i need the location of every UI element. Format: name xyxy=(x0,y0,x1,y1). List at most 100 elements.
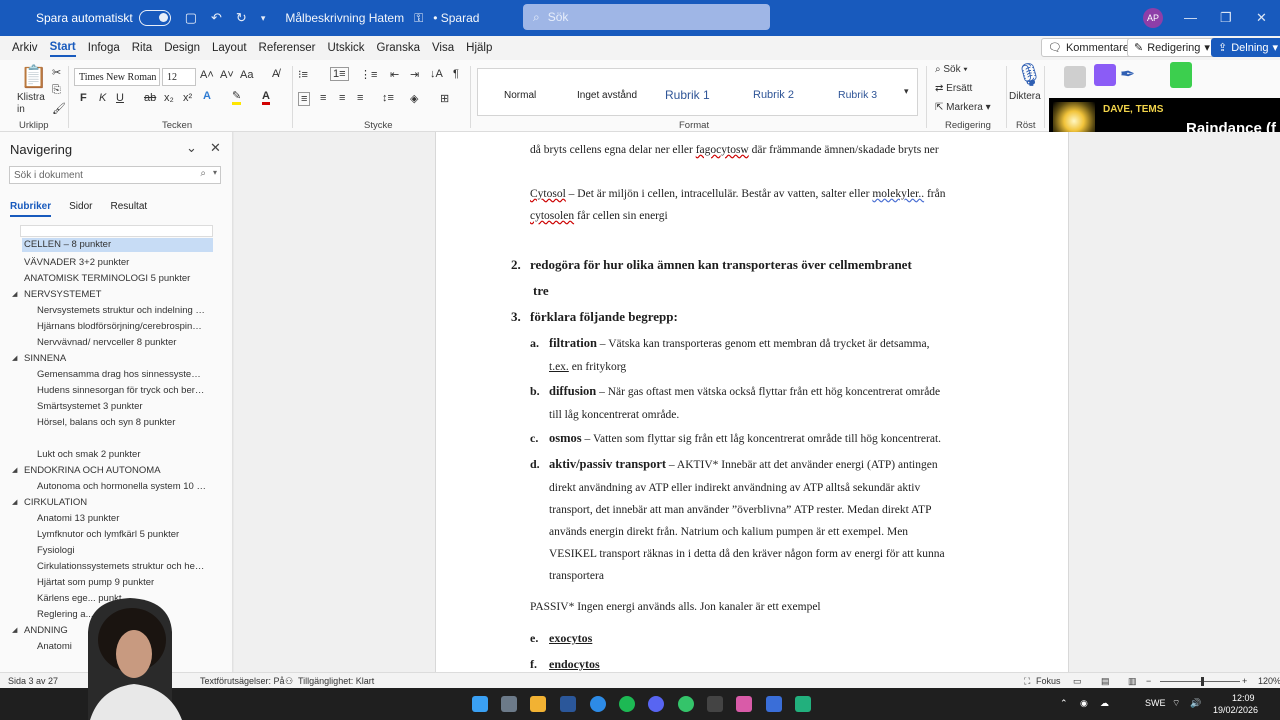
text-effects-icon[interactable]: A xyxy=(203,90,211,102)
clock-time[interactable]: 12:09 xyxy=(1232,693,1255,703)
close-icon[interactable]: ✕ xyxy=(1256,10,1267,26)
line-spacing-icon[interactable]: ↕≡ xyxy=(382,92,394,104)
spotify-icon[interactable] xyxy=(619,696,635,712)
nav-item[interactable]: Autonoma och hormonella system 10 p... xyxy=(37,481,207,492)
tab-layout[interactable]: Layout xyxy=(212,40,247,56)
avatar[interactable]: AP xyxy=(1143,8,1163,28)
style-heading-2[interactable]: Rubrik 2 xyxy=(753,89,794,101)
text-predictions[interactable]: Textförutsägelser: På xyxy=(200,676,285,686)
tray-icon[interactable]: ◉ xyxy=(1080,698,1088,709)
style-heading-3[interactable]: Rubrik 3 xyxy=(838,89,877,101)
collapse-icon[interactable]: ◢ xyxy=(12,354,17,362)
nav-item[interactable]: Hjärnans blodförsörjning/cerebrospinalv.… xyxy=(37,321,207,332)
accessibility-status[interactable]: Tillgänglighet: Klart xyxy=(298,676,374,686)
tray-icon[interactable]: ☁ xyxy=(1100,698,1109,709)
zoom-thumb[interactable] xyxy=(1201,677,1204,686)
nav-item[interactable]: Fysiologi xyxy=(37,545,207,556)
nav-item[interactable]: CIRKULATION xyxy=(24,497,214,508)
cut-icon[interactable]: ✂ xyxy=(52,66,61,79)
find-button[interactable]: ⌕ Sök ▾ xyxy=(935,64,968,75)
document-title[interactable]: Målbeskrivning Hatem ⚿ • Sparad xyxy=(285,11,479,26)
bold-icon[interactable]: F xyxy=(80,92,87,104)
zoom-level[interactable]: 120% xyxy=(1258,676,1280,686)
strikethrough-icon[interactable]: ab xyxy=(144,92,156,104)
paste-label[interactable]: Klistra in xyxy=(17,92,47,116)
nav-item[interactable]: Cirkulationssystemets struktur och hem..… xyxy=(37,561,207,572)
tab-visa[interactable]: Visa xyxy=(432,40,454,56)
share-button[interactable]: ⇪ Delning ▾ xyxy=(1211,38,1280,57)
save-icon[interactable]: ▢ xyxy=(185,10,197,26)
web-layout-icon[interactable]: ▥ xyxy=(1128,676,1137,687)
zoom-out-icon[interactable]: − xyxy=(1146,676,1151,686)
tab-infoga[interactable]: Infoga xyxy=(88,40,120,56)
nav-item[interactable]: Hudens sinnesorgan för tryck och berörl.… xyxy=(37,385,207,396)
superscript-icon[interactable]: x² xyxy=(183,92,192,104)
close-icon[interactable]: ✕ xyxy=(210,140,221,156)
justify-icon[interactable]: ≡ xyxy=(357,92,363,104)
zoom-slider[interactable] xyxy=(1160,681,1240,682)
network-icon[interactable]: ⌔ xyxy=(1172,698,1180,709)
style-heading-1[interactable]: Rubrik 1 xyxy=(665,88,710,102)
collapse-icon[interactable]: ◢ xyxy=(12,290,17,298)
sensitivity-addin-icon[interactable] xyxy=(1064,66,1086,88)
select-button[interactable]: ⇱ Markera ▾ xyxy=(935,102,991,113)
nav-item[interactable]: Smärtsystemet 3 punkter xyxy=(37,401,207,412)
editor-icon[interactable]: ✒ xyxy=(1120,64,1144,86)
shrink-font-icon[interactable]: A˅ xyxy=(220,69,234,81)
dictate-label[interactable]: Diktera xyxy=(1009,91,1041,102)
nav-item[interactable]: Gemensamma drag hos sinnessystemen... xyxy=(37,369,207,380)
italic-icon[interactable]: K xyxy=(99,92,106,104)
paste-icon[interactable]: 📋 xyxy=(20,64,47,90)
font-color-icon[interactable]: A xyxy=(262,90,270,105)
app-icon[interactable] xyxy=(736,696,752,712)
nav-item[interactable]: Hjärtat som pump 9 punkter xyxy=(37,577,207,588)
grow-font-icon[interactable]: A˄ xyxy=(200,69,214,81)
windows-start-icon[interactable] xyxy=(472,696,488,712)
format-painter-icon[interactable]: 🖌 xyxy=(52,102,66,115)
bullets-icon[interactable]: ⁝≡ xyxy=(298,68,308,81)
widgets-icon[interactable] xyxy=(501,696,517,712)
file-explorer-icon[interactable] xyxy=(530,696,546,712)
pilcrow-icon[interactable]: ¶ xyxy=(453,68,459,80)
maximize-icon[interactable]: ❐ xyxy=(1220,10,1232,26)
nav-scroll-indicator[interactable] xyxy=(20,225,213,237)
nav-tab-pages[interactable]: Sidor xyxy=(69,201,92,217)
collapse-icon[interactable]: ◢ xyxy=(12,466,17,474)
app-icon[interactable] xyxy=(795,696,811,712)
language-indicator[interactable]: SWE xyxy=(1145,698,1166,708)
replace-button[interactable]: ⇄ Ersätt xyxy=(935,83,972,94)
nav-item[interactable]: Nervvävnad/ nervceller 8 punkter xyxy=(37,337,207,348)
align-left-icon[interactable]: ≡ xyxy=(298,92,311,106)
focus-button[interactable]: Fokus xyxy=(1036,676,1061,686)
tab-referenser[interactable]: Referenser xyxy=(259,40,316,56)
copy-icon[interactable]: ⎘ xyxy=(52,84,61,97)
tab-arkiv[interactable]: Arkiv xyxy=(12,40,38,56)
sort-icon[interactable]: ↓A xyxy=(430,68,443,80)
align-right-icon[interactable]: ≡ xyxy=(339,92,345,104)
collapse-icon[interactable]: ◢ xyxy=(12,498,17,506)
print-layout-icon[interactable]: ▤ xyxy=(1101,676,1110,687)
tab-utskick[interactable]: Utskick xyxy=(327,40,364,56)
decrease-indent-icon[interactable]: ⇤ xyxy=(390,68,399,81)
obs-icon[interactable] xyxy=(707,696,723,712)
app-icon[interactable] xyxy=(766,696,782,712)
shading-icon[interactable]: ◈ xyxy=(410,92,418,105)
nav-item[interactable]: ENDOKRINA OCH AUTONOMA xyxy=(24,465,214,476)
font-name-field[interactable]: Times New Roman xyxy=(74,68,160,86)
nav-item[interactable]: Anatomi 13 punkter xyxy=(37,513,207,524)
document-page[interactable]: då bryts cellens egna delar ner eller fa… xyxy=(435,132,1069,672)
undo-icon[interactable]: ↶ xyxy=(211,10,222,26)
borders-icon[interactable]: ⊞ xyxy=(440,92,449,105)
nav-search-input[interactable]: Sök i dokument ⌕ ▾ xyxy=(9,166,221,184)
highlight-icon[interactable]: ✎ xyxy=(232,90,242,105)
comments-button[interactable]: 🗨 Kommentarer xyxy=(1041,38,1140,57)
clear-format-icon[interactable]: A̸ xyxy=(272,68,279,80)
autosave-toggle[interactable]: Spara automatiskt xyxy=(36,10,171,26)
nav-item[interactable]: CELLEN – 8 punkter xyxy=(22,238,213,252)
nav-tab-headings[interactable]: Rubriker xyxy=(10,201,52,217)
addin-green-icon[interactable] xyxy=(1170,62,1192,88)
nav-tab-results[interactable]: Resultat xyxy=(110,201,147,217)
search-box[interactable]: ⌕ Sök xyxy=(523,4,770,30)
zoom-in-icon[interactable]: + xyxy=(1242,676,1247,686)
nav-item[interactable]: Lymfknutor och lymfkärl 5 punkter xyxy=(37,529,207,540)
